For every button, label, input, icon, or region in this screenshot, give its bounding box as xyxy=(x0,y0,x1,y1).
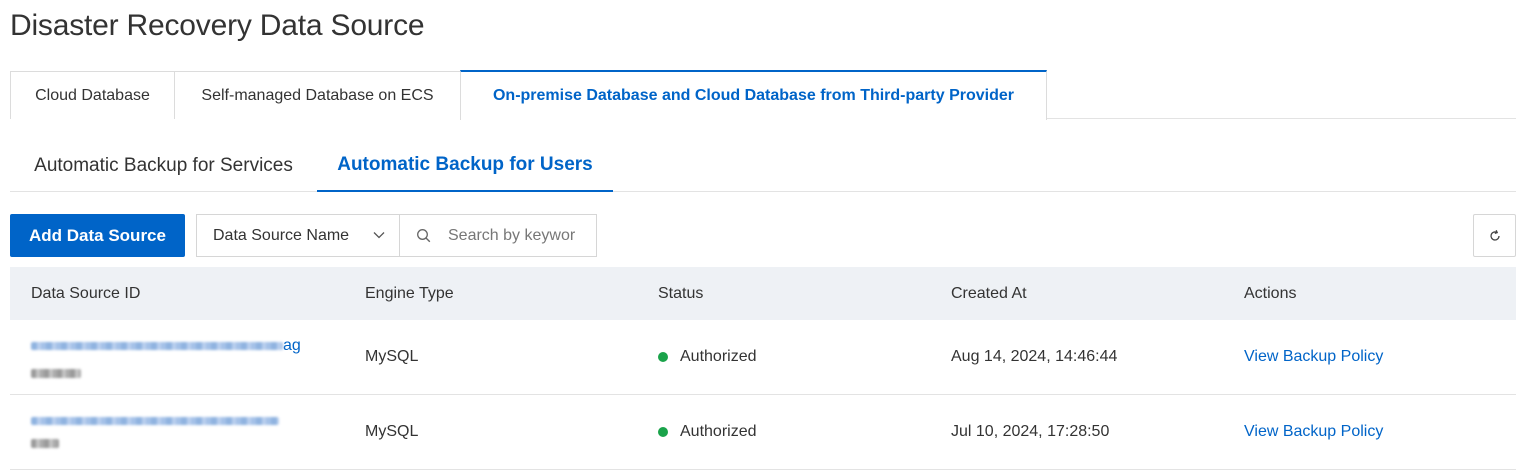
sub-tabs: Automatic Backup for Services Automatic … xyxy=(10,140,1516,192)
created-at-cell: Jul 10, 2024, 17:28:50 xyxy=(951,423,1110,440)
column-header-actions: Actions xyxy=(1244,284,1297,302)
status-cell: Authorized xyxy=(658,320,757,394)
status-dot-icon xyxy=(658,427,668,437)
chevron-down-icon xyxy=(373,232,385,239)
status-dot-icon xyxy=(658,352,668,362)
table-row: ag MySQL Authorized Aug 14, 2024, 14:46:… xyxy=(10,320,1516,395)
search-icon xyxy=(417,229,431,243)
refresh-button[interactable] xyxy=(1473,214,1516,257)
view-backup-policy-link[interactable]: View Backup Policy xyxy=(1244,423,1383,441)
column-header-data-source-id: Data Source ID xyxy=(31,284,141,302)
status-cell: Authorized xyxy=(658,395,757,469)
table-row: MySQL Authorized Jul 10, 2024, 17:28:50 … xyxy=(10,395,1516,470)
table-header: Data Source ID Engine Type Status Create… xyxy=(10,267,1516,320)
search-box xyxy=(399,214,597,257)
data-source-table: Data Source ID Engine Type Status Create… xyxy=(10,267,1516,470)
view-backup-policy-link[interactable]: View Backup Policy xyxy=(1244,348,1383,366)
tab-cloud-database[interactable]: Cloud Database xyxy=(10,71,175,119)
status-text: Authorized xyxy=(680,423,757,440)
status-text: Authorized xyxy=(680,348,757,365)
column-header-created-at: Created At xyxy=(951,284,1027,302)
created-at-cell: Aug 14, 2024, 14:46:44 xyxy=(951,348,1118,365)
search-input[interactable] xyxy=(448,215,588,256)
add-data-source-button[interactable]: Add Data Source xyxy=(10,214,185,257)
filter-field-selected-value: Data Source Name xyxy=(213,226,350,244)
engine-type-cell: MySQL xyxy=(365,423,419,440)
refresh-icon xyxy=(1489,229,1500,241)
engine-type-cell: MySQL xyxy=(365,348,419,365)
actions-cell: View Backup Policy xyxy=(1244,320,1383,394)
filter-field-select[interactable]: Data Source Name xyxy=(196,214,400,257)
tab-on-premise-and-third-party[interactable]: On-premise Database and Cloud Database f… xyxy=(460,70,1047,120)
subtab-automatic-backup-for-users[interactable]: Automatic Backup for Users xyxy=(317,140,613,192)
redacted-subtext xyxy=(31,438,59,448)
redacted-id xyxy=(31,416,279,425)
data-source-id-cell: ag xyxy=(31,320,351,394)
redacted-id xyxy=(31,341,283,350)
page-title: Disaster Recovery Data Source xyxy=(10,9,425,42)
redacted-subtext xyxy=(31,368,81,378)
data-source-id-link[interactable] xyxy=(31,416,279,425)
tab-self-managed-database-on-ecs[interactable]: Self-managed Database on ECS xyxy=(174,71,461,119)
data-source-id-link[interactable]: ag xyxy=(31,337,301,355)
subtab-automatic-backup-for-services[interactable]: Automatic Backup for Services xyxy=(10,140,317,192)
data-source-id-cell xyxy=(31,395,351,469)
actions-cell: View Backup Policy xyxy=(1244,395,1383,469)
data-source-id-suffix: ag xyxy=(283,336,301,354)
column-header-engine-type: Engine Type xyxy=(365,284,454,302)
column-header-status: Status xyxy=(658,284,704,302)
card-tabs: Cloud Database Self-managed Database on … xyxy=(10,70,1516,120)
